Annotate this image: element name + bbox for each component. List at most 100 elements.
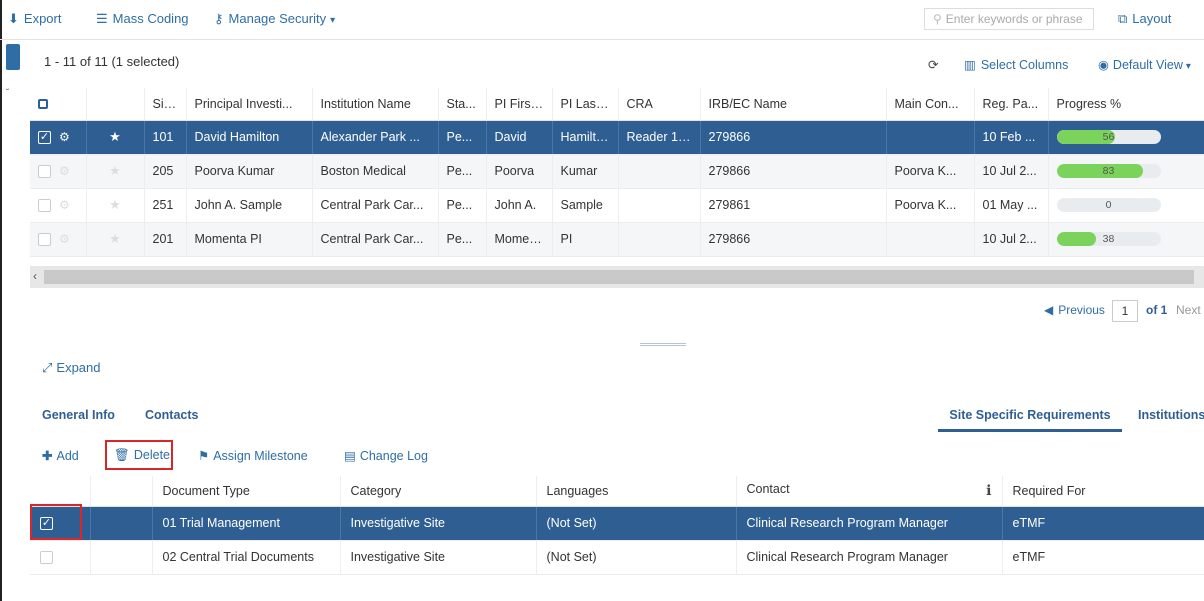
col-category[interactable]: Category <box>340 476 537 507</box>
col-contact[interactable]: Contact ℹ <box>736 476 1003 507</box>
change-log-label: Change Log <box>359 449 428 463</box>
col-irb-ec-name[interactable]: IRB/EC Name <box>700 88 887 121</box>
mass-coding-label: Mass Coding <box>112 11 189 26</box>
col-pi-first[interactable]: PI First ... <box>486 88 553 121</box>
mass-coding-button[interactable]: ☰ Mass Coding <box>96 11 189 27</box>
row-checkbox[interactable] <box>38 164 51 178</box>
favorite-cell[interactable]: ★ <box>86 222 145 257</box>
star-icon[interactable]: ★ <box>109 129 121 144</box>
table-row[interactable]: ⚙ ★ 205 Poorva Kumar Boston Medical Pe..… <box>30 154 1204 189</box>
docs-select-header <box>30 476 91 507</box>
row-select-cell[interactable]: ⚙ <box>30 188 87 223</box>
info-icon[interactable]: ℹ <box>986 482 991 499</box>
cra-cell <box>618 154 701 189</box>
change-log-button[interactable]: ▤ Change Log <box>344 448 428 463</box>
doc-select-cell[interactable] <box>30 540 91 575</box>
window-left-edge <box>0 0 4 601</box>
row-select-cell[interactable]: ⚙ <box>30 222 87 257</box>
search-input[interactable]: ⚲ Enter keywords or phrase <box>924 8 1094 30</box>
contact-cell: Clinical Research Program Manager <box>736 506 1003 541</box>
select-all-checkbox[interactable] <box>38 99 48 110</box>
pi-cell: Poorva Kumar <box>186 154 313 189</box>
gear-icon[interactable]: ⚙ <box>59 130 70 144</box>
checkbox-highlight-box <box>30 504 82 540</box>
default-view-button[interactable]: ◉ Default View ▾ <box>1098 57 1191 72</box>
site-cell: 101 <box>144 120 187 155</box>
category-cell: Investigative Site <box>340 540 537 575</box>
pi-cell: John A. Sample <box>186 188 313 223</box>
database-icon: ☰ <box>96 11 108 26</box>
scrollbar-thumb[interactable] <box>44 270 1194 284</box>
pi-last-cell: Kumar <box>552 154 619 189</box>
languages-cell: (Not Set) <box>536 540 737 575</box>
table-row[interactable]: ✓ ⚙ ★ 101 David Hamilton Alexander Park .… <box>30 120 1204 155</box>
col-principal-investigator[interactable]: Principal Investi... <box>186 88 313 121</box>
progress-cell: 83 <box>1048 154 1204 189</box>
select-columns-button[interactable]: ▥ Select Columns <box>964 57 1068 72</box>
row-checkbox[interactable] <box>40 551 53 565</box>
left-panel-handle[interactable] <box>6 44 20 70</box>
tab-site-specific-requirements[interactable]: Site Specific Requirements <box>938 408 1122 432</box>
favorite-cell[interactable]: ★ <box>86 120 145 155</box>
reg-cell: 10 Jul 2... <box>974 222 1049 257</box>
col-institution-name[interactable]: Institution Name <box>312 88 439 121</box>
main-contact-cell: Poorva K... <box>886 188 975 223</box>
add-button[interactable]: ✚ Add <box>42 448 79 463</box>
table-row[interactable]: 02 Central Trial Documents Investigative… <box>30 540 1204 575</box>
row-checkbox[interactable] <box>38 198 51 212</box>
col-progress[interactable]: Progress % <box>1048 88 1204 121</box>
col-document-type[interactable]: Document Type <box>152 476 341 507</box>
star-icon[interactable]: ★ <box>109 197 121 212</box>
col-status[interactable]: Sta... <box>438 88 487 121</box>
col-required-for[interactable]: Required For <box>1002 476 1204 507</box>
table-row[interactable]: ⚙ ★ 251 John A. Sample Central Park Car.… <box>30 188 1204 223</box>
table-row[interactable]: ✓ 01 Trial Management Investigative Site… <box>30 506 1204 541</box>
scroll-left-icon[interactable]: ‹ <box>33 269 37 283</box>
status-cell: Pe... <box>438 188 487 223</box>
favorite-cell[interactable]: ★ <box>86 154 145 189</box>
page-number-input[interactable]: 1 <box>1112 300 1138 322</box>
row-checkbox-checked[interactable]: ✓ <box>38 130 51 144</box>
col-languages[interactable]: Languages <box>536 476 737 507</box>
assign-milestone-button[interactable]: ⚑ Assign Milestone <box>198 448 308 463</box>
col-pi-last[interactable]: PI Last ... <box>552 88 619 121</box>
table-row[interactable]: ⚙ ★ 201 Momenta PI Central Park Car... P… <box>30 222 1204 257</box>
grid-subbar: 1 - 11 of 11 (1 selected) ⟳ ▥ Select Colu… <box>30 46 1204 82</box>
favorite-cell[interactable]: ★ <box>86 188 145 223</box>
page-number[interactable]: 1 <box>1112 300 1138 322</box>
horizontal-scrollbar[interactable]: ‹ <box>30 266 1204 288</box>
row-select-cell[interactable]: ⚙ <box>30 154 87 189</box>
site-cell: 251 <box>144 188 187 223</box>
eye-icon: ◉ <box>1098 58 1109 72</box>
tab-contacts[interactable]: Contacts <box>145 408 198 422</box>
gear-icon[interactable]: ⚙ <box>59 232 70 246</box>
select-all-cell[interactable] <box>30 88 87 121</box>
row-checkbox[interactable] <box>38 232 51 246</box>
gear-icon[interactable]: ⚙ <box>59 198 70 212</box>
caret-down-icon: ▾ <box>330 15 336 26</box>
refresh-icon[interactable]: ⟳ <box>928 57 938 72</box>
manage-security-button[interactable]: ⚷ Manage Security ▾ <box>214 11 335 27</box>
col-reg-pa[interactable]: Reg. Pa... <box>974 88 1049 121</box>
star-icon[interactable]: ★ <box>109 163 121 178</box>
export-button[interactable]: ⬇ Export <box>8 11 61 27</box>
next-page-button[interactable]: Next <box>1176 303 1201 317</box>
previous-page-button[interactable]: ◀ Previous <box>1044 303 1105 317</box>
pi-last-cell: Sample <box>552 188 619 223</box>
col-cra[interactable]: CRA <box>618 88 701 121</box>
documents-grid: Document Type Category Languages Contact… <box>30 476 1204 575</box>
key-icon: ⚷ <box>214 11 224 26</box>
expand-button[interactable]: ⤢ Expand <box>42 360 101 376</box>
star-icon[interactable]: ★ <box>109 231 121 246</box>
pi-first-cell: John A. <box>486 188 553 223</box>
pane-splitter[interactable] <box>640 343 686 346</box>
row-select-cell[interactable]: ✓ ⚙ <box>30 120 87 155</box>
col-site[interactable]: Site... <box>144 88 187 121</box>
col-main-contact[interactable]: Main Con... <box>886 88 975 121</box>
tab-general-info[interactable]: General Info <box>42 408 115 422</box>
tab-institutions[interactable]: Institutions <box>1138 408 1204 422</box>
layout-button[interactable]: ⧉ Layout <box>1118 11 1171 27</box>
reg-cell: 10 Jul 2... <box>974 154 1049 189</box>
pi-last-cell: PI <box>552 222 619 257</box>
gear-icon[interactable]: ⚙ <box>59 164 70 178</box>
